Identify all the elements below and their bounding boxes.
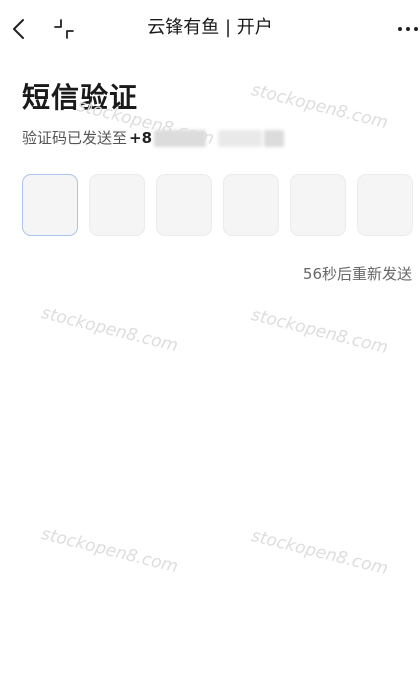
more-button[interactable] — [392, 14, 420, 44]
more-horizontal-icon — [398, 27, 418, 31]
sent-message-label: 验证码已发送至 — [22, 129, 128, 147]
watermark: stockopen8.com — [249, 80, 390, 134]
verification-code-input[interactable] — [22, 174, 413, 236]
watermark: stockopen8.com — [249, 526, 390, 580]
phone-number-prefix: +8 — [129, 129, 153, 147]
masked-phone-number — [154, 129, 207, 147]
top-navigation-bar: 云锋有鱼 | 开户 — [0, 0, 420, 56]
resend-countdown: 56秒后重新发送 — [302, 265, 412, 283]
watermark: stockopen8.com — [249, 305, 390, 359]
watermark: stockopen8.com — [39, 524, 180, 578]
code-digit-box[interactable] — [22, 174, 78, 236]
watermark: stockopen8.com — [39, 303, 180, 357]
code-digit-box[interactable] — [223, 174, 279, 236]
page-title: 云锋有鱼 | 开户 — [147, 17, 273, 38]
code-digit-box[interactable] — [156, 174, 212, 236]
sent-message: 验证码已发送至 +8 — [22, 127, 285, 149]
code-digit-box[interactable] — [357, 174, 413, 236]
masked-phone-number — [264, 129, 285, 147]
masked-phone-number — [218, 129, 263, 147]
heading: 短信验证 — [22, 81, 139, 114]
code-digit-box[interactable] — [290, 174, 346, 236]
code-digit-box[interactable] — [89, 174, 145, 236]
sms-verification-page: 云锋有鱼 | 开户 短信验证 验证码已发送至 +8 56秒后重新发送 stock… — [0, 0, 420, 688]
